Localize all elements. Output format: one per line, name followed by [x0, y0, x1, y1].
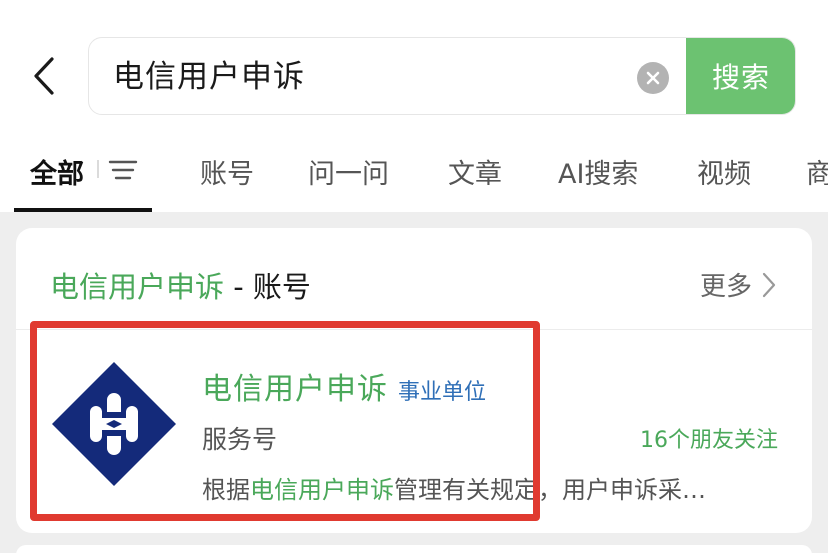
account-avatar — [50, 360, 178, 488]
tab-bar: 全部 账号 问一问 文章 AI搜索 视频 商 — [0, 140, 828, 212]
tab-all[interactable]: 全部 — [30, 152, 84, 191]
tab-ask[interactable]: 问一问 — [308, 152, 389, 191]
accounts-card: 电信用户申诉 - 账号 更多 电信用户申诉 事业单位 服务号 16个朋友关注 根… — [16, 228, 812, 533]
description-highlight: 电信用户申诉 — [250, 476, 394, 504]
filter-button[interactable] — [96, 156, 140, 186]
card-header: 电信用户申诉 - 账号 更多 — [16, 228, 812, 330]
tab-videos[interactable]: 视频 — [697, 152, 751, 191]
account-description: 根据电信用户申诉管理有关规定，用户申诉采… — [202, 470, 706, 505]
account-name: 电信用户申诉 — [202, 372, 388, 407]
more-label: 更多 — [699, 272, 752, 302]
top-bar: 电信用户申诉 搜索 全部 账号 问一问 文章 AI搜索 视频 商 — [0, 0, 828, 212]
account-name-row: 电信用户申诉 事业单位 — [202, 364, 486, 408]
chevron-left-icon — [34, 57, 54, 95]
tab-shop[interactable]: 商 — [806, 152, 828, 191]
account-logo-icon — [52, 362, 176, 486]
next-card — [16, 545, 812, 553]
tab-articles[interactable]: 文章 — [448, 152, 502, 191]
clear-button[interactable] — [637, 62, 669, 94]
account-badge: 事业单位 — [398, 380, 487, 405]
section-title-query: 电信用户申诉 — [50, 270, 225, 304]
description-prefix: 根据 — [202, 476, 250, 504]
account-type: 服务号 — [202, 425, 278, 454]
section-title: 电信用户申诉 - 账号 — [50, 264, 311, 306]
section-title-suffix: - 账号 — [224, 270, 311, 304]
tab-accounts[interactable]: 账号 — [200, 152, 254, 191]
close-icon — [646, 71, 660, 85]
friends-following: 16个朋友关注 — [640, 428, 778, 453]
description-suffix: 管理有关规定，用户申诉采… — [394, 476, 706, 504]
search-input[interactable]: 电信用户申诉 — [113, 38, 305, 114]
back-button[interactable] — [22, 52, 66, 100]
more-link[interactable]: 更多 — [700, 266, 776, 303]
chevron-right-icon — [762, 272, 776, 297]
search-button[interactable]: 搜索 — [686, 38, 795, 114]
search-box[interactable]: 电信用户申诉 搜索 — [88, 37, 796, 115]
filter-icon — [97, 160, 138, 180]
tab-ai-search[interactable]: AI搜索 — [558, 152, 638, 191]
account-result[interactable]: 电信用户申诉 事业单位 服务号 16个朋友关注 根据电信用户申诉管理有关规定，用… — [16, 330, 812, 533]
